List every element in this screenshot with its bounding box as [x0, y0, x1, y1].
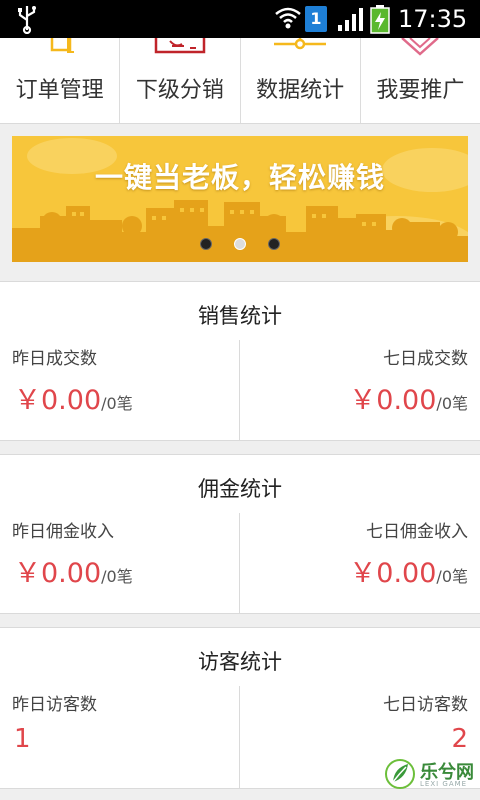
stat-label: 昨日佣金收入 — [12, 522, 114, 542]
menu-item-label: 下级分销 — [135, 78, 224, 103]
watermark-subtext: LEXI GAME — [420, 780, 468, 788]
section-title: 访客统计 — [198, 650, 282, 674]
signal-icon — [338, 8, 363, 31]
stat-count: /0笔 — [101, 567, 133, 586]
top-menu: 订单管理 下级分销 数据统计 我要推广 — [0, 38, 480, 124]
status-bar: 1 17:35 — [0, 0, 480, 38]
visitors-yesterday: 昨日访客数 1 — [0, 686, 240, 788]
section-title: 佣金统计 — [198, 477, 282, 501]
stat-value: ￥0.00/0笔 — [14, 551, 133, 590]
menu-item-statistics[interactable]: 数据统计 — [241, 38, 361, 123]
menu-item-promote[interactable]: 我要推广 — [361, 38, 480, 123]
sales-statistics-card: 销售统计 昨日成交数 ￥0.00/0笔 七日成交数 ￥0.00/0笔 — [0, 281, 480, 441]
stat-label: 昨日成交数 — [12, 349, 97, 369]
stat-value: ￥0.00/0笔 — [349, 378, 468, 417]
sales-yesterday: 昨日成交数 ￥0.00/0笔 — [0, 340, 240, 440]
stat-value: 2 — [451, 724, 468, 754]
statistics-icon — [274, 38, 327, 50]
usb-icon — [18, 6, 36, 34]
commission-seven-days: 七日佣金收入 ￥0.00/0笔 — [240, 513, 480, 613]
stat-count: /0笔 — [436, 394, 468, 413]
stat-value: ￥0.00/0笔 — [349, 551, 468, 590]
site-watermark: 乐兮网 LEXI GAME — [384, 756, 480, 800]
stat-label: 七日成交数 — [383, 349, 468, 369]
status-time: 17:35 — [398, 5, 468, 33]
leaf-logo-icon — [385, 759, 415, 789]
stat-amount: ￥0.00 — [14, 385, 102, 416]
commission-yesterday: 昨日佣金收入 ￥0.00/0笔 — [0, 513, 240, 613]
pagination-dot[interactable] — [268, 238, 280, 250]
stat-label: 昨日访客数 — [12, 695, 97, 715]
stat-amount: ￥0.00 — [14, 558, 102, 589]
banner-pagination — [198, 238, 288, 252]
section-title: 销售统计 — [198, 304, 282, 328]
commission-statistics-card: 佣金统计 昨日佣金收入 ￥0.00/0笔 七日佣金收入 ￥0.00/0笔 — [0, 454, 480, 614]
menu-item-label: 数据统计 — [256, 78, 345, 103]
battery-charging-icon — [370, 5, 390, 34]
banner-text: 一键当老板，轻松赚钱 — [94, 161, 385, 194]
menu-item-distribution[interactable]: 下级分销 — [120, 38, 241, 123]
stat-count: /0笔 — [101, 394, 133, 413]
stat-amount: ￥0.00 — [349, 385, 437, 416]
stat-value: ￥0.00/0笔 — [14, 378, 133, 417]
stat-amount: ￥0.00 — [349, 558, 437, 589]
pagination-dot-active[interactable] — [234, 238, 246, 250]
sales-seven-days: 七日成交数 ￥0.00/0笔 — [240, 340, 480, 440]
order-icon — [50, 38, 74, 53]
menu-item-label: 我要推广 — [376, 78, 465, 103]
promote-icon — [401, 38, 440, 56]
stat-count: /0笔 — [436, 567, 468, 586]
distribution-icon — [154, 38, 206, 54]
stat-label: 七日佣金收入 — [366, 522, 468, 542]
pagination-dot[interactable] — [200, 238, 212, 250]
menu-item-label: 订单管理 — [15, 78, 104, 103]
visitor-count: 2 — [451, 724, 468, 754]
visitor-count: 1 — [14, 724, 31, 754]
wifi-icon — [275, 7, 301, 29]
sim-icon: 1 — [305, 6, 327, 32]
menu-item-orders[interactable]: 订单管理 — [0, 38, 121, 123]
stat-value: 1 — [14, 724, 31, 754]
stat-label: 七日访客数 — [383, 695, 468, 715]
